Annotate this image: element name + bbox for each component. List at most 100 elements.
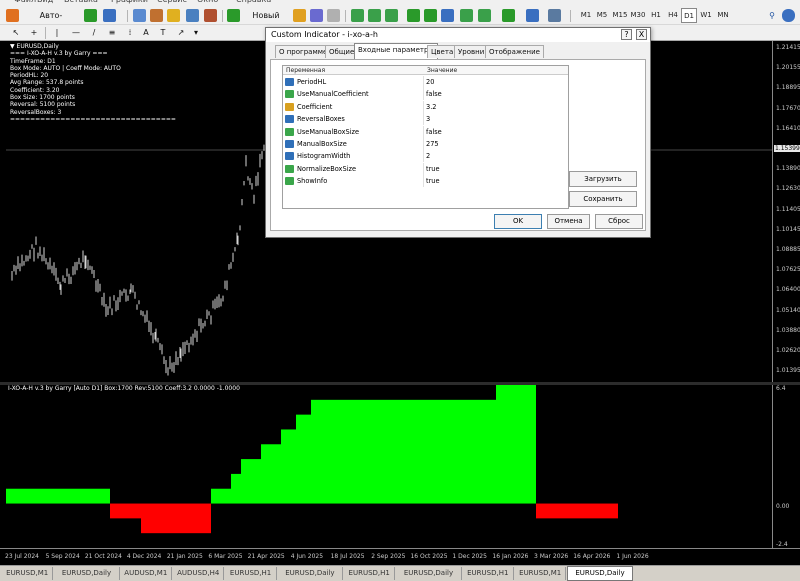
fibonacci-icon[interactable]: ⁞ (124, 25, 136, 40)
menu-item[interactable]: Вставка (64, 0, 98, 4)
param-row[interactable]: NormalizeBoxSize true (283, 162, 568, 175)
chart-tab[interactable]: EURUSD,M1 (515, 567, 567, 580)
channel-icon[interactable]: ≡ (106, 25, 118, 40)
column-variable[interactable]: Переменная (283, 66, 424, 75)
param-value[interactable]: false (426, 126, 442, 138)
new-order-button[interactable]: Новый ордер (241, 8, 291, 35)
param-value[interactable]: 3.2 (426, 101, 437, 113)
timeframe-m1[interactable]: M1 (578, 8, 594, 23)
close-button[interactable]: X (636, 29, 647, 40)
chat-icon[interactable] (782, 9, 795, 22)
terminal-icon[interactable] (186, 9, 199, 22)
tester-icon[interactable] (204, 9, 217, 22)
tab-colors[interactable]: Цвета (427, 45, 458, 58)
text-icon[interactable]: A (140, 25, 152, 40)
indicators-icon[interactable] (502, 9, 515, 22)
tab-visualization[interactable]: Отображение (485, 45, 544, 58)
candlestick-icon[interactable] (368, 9, 381, 22)
chart-tab[interactable]: EURUSD,Daily (567, 566, 633, 581)
column-value[interactable]: Значение (424, 66, 568, 75)
reset-button[interactable]: Сброс (595, 214, 643, 229)
cancel-button[interactable]: Отмена (547, 214, 590, 229)
timeframe-m30[interactable]: M30 (629, 8, 647, 23)
chart-tab[interactable]: EURUSD,H1 (225, 567, 277, 580)
chart-tab[interactable]: AUDUSD,M1 (121, 567, 172, 580)
auto-trading-button[interactable]: Авто-торговля (22, 8, 80, 35)
dialog-title[interactable]: Custom Indicator - i-xo-a-h (266, 28, 650, 42)
param-value[interactable]: false (426, 88, 442, 100)
param-row[interactable]: Coefficient 3.2 (283, 100, 568, 113)
param-value[interactable]: true (426, 175, 440, 187)
chart-tab[interactable]: EURUSD,M1 (2, 567, 54, 580)
cursor-icon[interactable]: ↖ (10, 25, 22, 40)
chart-tab[interactable]: EURUSD,Daily (396, 567, 462, 580)
timeframe-m15[interactable]: M15 (611, 8, 629, 23)
templates-icon[interactable] (548, 9, 561, 22)
menu-item[interactable]: Файл (14, 0, 36, 4)
data-window-icon[interactable] (150, 9, 163, 22)
profiles-icon[interactable] (103, 9, 116, 22)
menu-item[interactable]: Вид (37, 0, 53, 4)
timeframe-d1[interactable]: D1 (681, 8, 697, 23)
trendline-icon[interactable]: / (88, 25, 100, 40)
timeframe-w1[interactable]: W1 (698, 8, 714, 23)
navigator-icon[interactable] (167, 9, 180, 22)
load-button[interactable]: Загрузить (569, 171, 637, 187)
zoom-in-icon[interactable] (407, 9, 420, 22)
chart-tab[interactable]: EURUSD,H1 (344, 567, 396, 580)
time-label: 16 Jan 2026 (492, 553, 529, 560)
menu-item[interactable]: Справка (236, 0, 271, 4)
chart-tab[interactable]: EURUSD,Daily (278, 567, 343, 580)
arrow-icon[interactable]: ↗ (175, 25, 187, 40)
chart-tab[interactable]: EURUSD,Daily (54, 567, 120, 580)
bar-chart-icon[interactable] (351, 9, 364, 22)
metaeditor-icon[interactable] (293, 9, 306, 22)
horizontal-line-icon[interactable]: — (70, 25, 82, 40)
param-value[interactable]: true (426, 163, 440, 175)
periods-icon[interactable] (526, 9, 539, 22)
timeframe-h4[interactable]: H4 (665, 8, 681, 23)
new-chart-icon[interactable] (84, 9, 97, 22)
param-row[interactable]: ReversalBoxes 3 (283, 113, 568, 126)
community-icon[interactable] (310, 9, 323, 22)
menu-item[interactable]: Окно (197, 0, 218, 4)
chart-tab[interactable]: EURUSD,H1 (463, 567, 514, 580)
ok-button[interactable]: OK (494, 214, 542, 229)
param-row[interactable]: UseManualBoxSize false (283, 125, 568, 138)
param-row[interactable]: HistogramWidth 2 (283, 150, 568, 163)
tab-inputs[interactable]: Входные параметры (354, 43, 438, 59)
param-row[interactable]: UseManualCoefficient false (283, 88, 568, 101)
info-line: Avg Range: 537.8 points (10, 79, 84, 87)
search-icon[interactable]: ⚲ (766, 8, 778, 23)
dropdown-icon[interactable]: ▾ (190, 25, 202, 40)
vertical-line-icon[interactable]: | (52, 25, 62, 40)
market-watch-icon[interactable] (133, 9, 146, 22)
param-row[interactable]: ShowInfo true (283, 175, 568, 188)
param-value[interactable]: 275 (426, 138, 439, 150)
info-line: === I-XO-A-H v.3 by Garry === (10, 50, 108, 58)
timeframe-mn[interactable]: MN (715, 8, 731, 23)
chart-tab[interactable]: AUDUSD,H4 (173, 567, 225, 580)
autoscroll-icon[interactable] (460, 9, 473, 22)
param-row[interactable]: PeriodHL 20 (283, 76, 568, 88)
indicator-pane[interactable]: I-XO-A-H v.3 by Garry [Auto D1] Box:1700… (6, 385, 772, 548)
param-value[interactable]: 2 (426, 150, 430, 162)
save-button[interactable]: Сохранить (569, 191, 637, 207)
menu-item[interactable]: Графики (111, 0, 148, 4)
line-chart-icon[interactable] (385, 9, 398, 22)
zoom-out-icon[interactable] (424, 9, 437, 22)
help-button[interactable]: ? (621, 29, 632, 40)
timeframe-m5[interactable]: M5 (594, 8, 610, 23)
param-row[interactable]: ManualBoxSize 275 (283, 138, 568, 150)
tab-about[interactable]: О программе (275, 45, 332, 58)
chart-shift-icon[interactable] (478, 9, 491, 22)
label-icon[interactable]: T (157, 25, 169, 40)
menu-item[interactable]: Сервис (157, 0, 187, 4)
param-value[interactable]: 20 (426, 76, 434, 88)
crosshair-icon[interactable]: + (28, 25, 40, 40)
tab-levels[interactable]: Уровни (454, 45, 489, 58)
signals-icon[interactable] (327, 9, 340, 22)
tile-windows-icon[interactable] (441, 9, 454, 22)
param-value[interactable]: 3 (426, 113, 430, 125)
timeframe-h1[interactable]: H1 (648, 8, 664, 23)
